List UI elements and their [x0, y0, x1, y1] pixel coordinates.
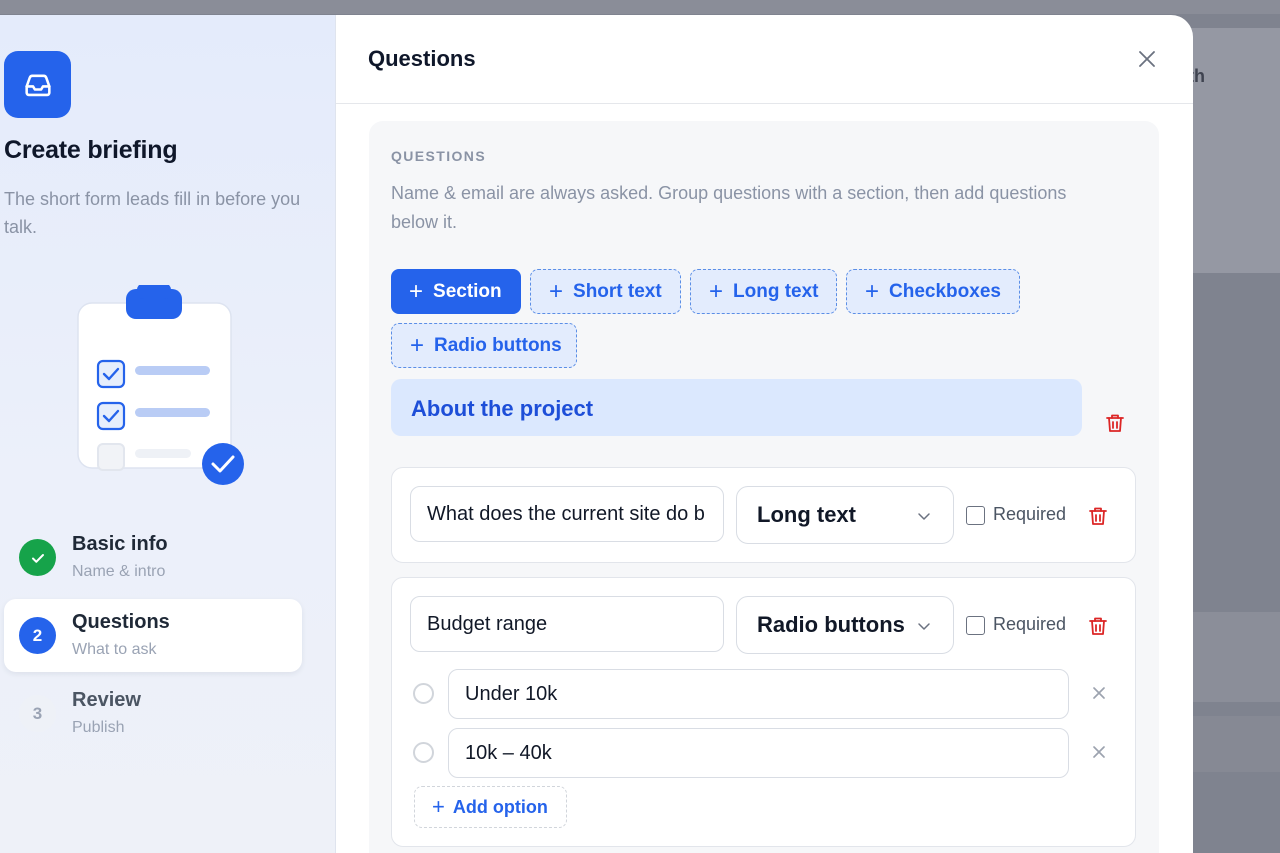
add-checkboxes-button[interactable]: + Checkboxes	[846, 269, 1020, 314]
add-short-text-button[interactable]: + Short text	[530, 269, 681, 314]
clipboard-illustration	[70, 283, 260, 485]
plus-icon: +	[409, 277, 424, 305]
question-card: Budget range Radio buttons Required Unde…	[391, 577, 1136, 847]
add-option-button[interactable]: + Add option	[414, 786, 567, 828]
option-row: Under 10k	[412, 669, 1112, 719]
page-title: Questions	[368, 46, 476, 71]
plus-icon: +	[410, 331, 425, 359]
plus-icon: +	[549, 277, 564, 305]
chevron-down-icon	[918, 513, 930, 520]
sidebar-subtitle: The short form leads fill in before you …	[4, 189, 301, 237]
check-icon	[19, 539, 56, 576]
question-type-select[interactable]: Radio buttons	[736, 596, 954, 654]
trash-icon[interactable]	[1086, 614, 1110, 638]
radio-icon	[413, 742, 434, 763]
plus-icon: +	[432, 794, 445, 819]
plus-icon: +	[865, 277, 880, 305]
question-card: What does the current site do b Long tex…	[391, 467, 1136, 563]
option-input[interactable]: 10k – 40k	[448, 728, 1069, 778]
question-text-input[interactable]: Budget range	[410, 596, 724, 652]
section-title[interactable]: About the project	[411, 396, 593, 422]
option-row: 10k – 40k	[412, 728, 1112, 778]
option-input[interactable]: Under 10k	[448, 669, 1069, 719]
add-section-button[interactable]: + Section	[391, 269, 521, 314]
chevron-down-icon	[918, 623, 930, 630]
step-number: 3	[19, 695, 56, 732]
step-subtitle: Publish	[72, 719, 125, 736]
step-basic-info[interactable]: Basic info Name & intro	[4, 521, 302, 594]
step-title: Questions	[72, 611, 170, 633]
backdrop-topbar	[0, 0, 1280, 14]
required-checkbox[interactable]	[966, 616, 985, 635]
trash-icon[interactable]	[1086, 504, 1110, 528]
required-label: Required	[993, 504, 1067, 524]
question-type-select[interactable]: Long text	[736, 486, 954, 544]
add-radio-buttons-button[interactable]: + Radio buttons	[391, 323, 577, 368]
modal-header: Questions	[336, 15, 1193, 104]
step-subtitle: What to ask	[72, 641, 157, 658]
panel-label: QUESTIONS	[391, 148, 487, 164]
radio-icon	[413, 683, 434, 704]
step-title: Review	[72, 689, 141, 711]
required-checkbox[interactable]	[966, 506, 985, 525]
questions-panel: QUESTIONS Name & email are always asked.…	[369, 121, 1159, 853]
step-subtitle: Name & intro	[72, 563, 166, 580]
question-text-input[interactable]: What does the current site do b	[410, 486, 724, 542]
trash-icon[interactable]	[1103, 411, 1127, 435]
step-questions[interactable]: 2 Questions What to ask	[4, 599, 302, 672]
plus-icon: +	[709, 277, 724, 305]
remove-option-icon[interactable]	[1091, 744, 1107, 760]
wizard-steps: Basic info Name & intro 2 Questions What…	[4, 521, 304, 755]
step-review[interactable]: 3 Review Publish	[4, 677, 302, 750]
add-long-text-button[interactable]: + Long text	[690, 269, 837, 314]
wizard-sidebar: Create briefing The short form leads fil…	[0, 15, 336, 853]
close-icon[interactable]	[1136, 48, 1158, 70]
panel-description: Name & email are always asked. Group que…	[391, 183, 1067, 232]
remove-option-icon[interactable]	[1091, 685, 1107, 701]
section-header[interactable]: About the project	[391, 379, 1082, 436]
step-number: 2	[19, 617, 56, 654]
sidebar-title: Create briefing	[4, 136, 178, 164]
required-label: Required	[993, 614, 1067, 634]
inbox-icon	[4, 51, 71, 118]
step-title: Basic info	[72, 533, 168, 555]
